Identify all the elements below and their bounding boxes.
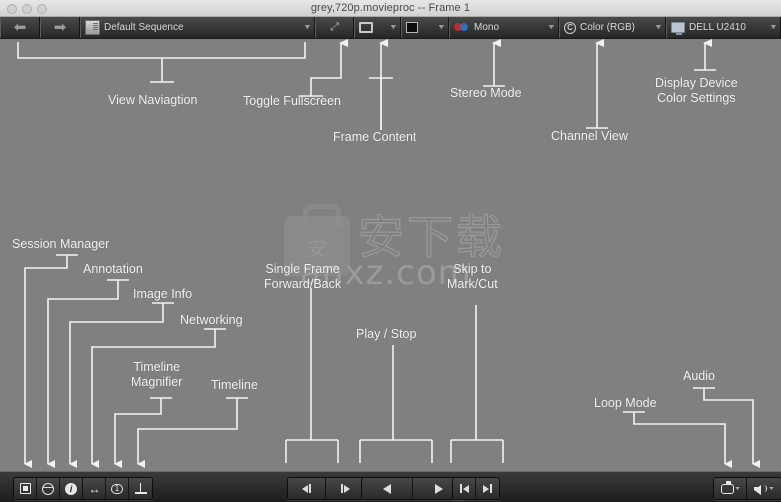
timeline-button[interactable] [129,478,152,499]
stereo-mode-selector[interactable]: Mono ▼ [449,17,559,38]
annotation-channel-view: Channel View [551,129,628,143]
back-arrow-icon: ⬅ [13,19,27,36]
chevron-down-icon[interactable]: ▾ [735,485,739,492]
loop-icon [720,480,734,494]
sequence-label: Default Sequence [104,22,184,33]
network-arrows-icon: ↔ [88,481,101,496]
title-bar: grey,720p.movieproc -- Frame 1 [0,0,781,17]
application-window: grey,720p.movieproc -- Frame 1 ⬅ ➡ Defau… [0,0,781,502]
skip-to-start-icon [459,484,469,493]
annotation-toggle-fullscreen: Toggle Fullscreen [243,94,341,108]
annotation-button[interactable] [37,478,60,499]
window-title: grey,720p.movieproc -- Frame 1 [310,2,471,14]
audio-button[interactable]: ▾ [747,478,781,499]
annotation-loop-mode: Loop Mode [594,396,657,410]
stereo-glasses-icon [454,23,470,32]
chevron-down-icon[interactable]: ▼ [429,24,446,31]
speaker-icon [754,483,768,495]
annotation-annotation: Annotation [83,262,143,276]
chevron-down-icon[interactable]: ▼ [295,24,312,31]
annotation-globe-icon [42,482,54,495]
annotation-single-frame-forward-back: Single Frame Forward/Back [264,262,342,291]
left-tools-group: i ↔ 1 [13,477,153,500]
skip-to-start-button[interactable] [453,478,476,499]
channel-view-selector[interactable]: C Color (RGB) ▼ [559,17,666,38]
view-navigation-button[interactable]: ⤢ [315,17,354,38]
sequence-icon [85,20,100,35]
step-forward-button[interactable] [326,478,364,499]
wrench-icon: ⤢ [330,21,339,33]
session-manager-icon [19,483,31,494]
display-device-selector[interactable]: DELL U2410 ▼ [666,17,781,38]
sequence-selector[interactable]: Default Sequence ▼ [80,17,315,38]
forward-arrow-icon: ➡ [53,19,67,36]
timeline-icon [134,483,147,494]
annotation-display-device-color: Display Device Color Settings [655,76,738,105]
chevron-down-icon[interactable]: ▼ [646,24,663,31]
annotation-timeline: Timeline [211,378,258,392]
step-back-button[interactable] [288,478,326,499]
monitor-icon [671,22,685,35]
annotation-frame-content: Frame Content [333,130,417,144]
channel-view-label: Color (RGB) [580,22,636,33]
step-back-icon [302,484,311,493]
loop-mode-group[interactable]: ▾ ▾ [713,477,781,500]
back-button[interactable]: ⬅ [0,17,40,38]
display-device-label: DELL U2410 [689,22,746,33]
networking-button[interactable]: ↔ [83,478,106,499]
timeline-magnifier-button[interactable]: 1 [106,478,129,499]
color-swatch-selector[interactable]: ▼ [401,17,449,38]
loop-mode-button[interactable]: ▾ [714,478,747,499]
annotation-networking: Networking [180,313,243,327]
play-reverse-icon [383,483,391,494]
chevron-down-icon[interactable]: ▼ [539,24,556,31]
annotation-session-manager: Session Manager [12,237,110,251]
top-toolbar: ⬅ ➡ Default Sequence ▼ ⤢ ▼ ▼ Mono ▼ C Co… [0,17,781,39]
skip-to-end-button[interactable] [476,478,499,499]
image-info-button[interactable]: i [60,478,83,499]
chevron-down-icon[interactable]: ▼ [761,24,778,31]
single-frame-group [287,477,365,500]
magnifier-icon: 1 [111,483,123,494]
annotation-skip-to-mark-cut: Skip to Mark/Cut [447,262,498,291]
frame-content-selector[interactable]: ▼ [354,17,401,38]
annotation-audio: Audio [683,369,715,383]
color-swatch-icon [406,22,418,33]
annotation-image-info: Image Info [133,287,193,301]
session-manager-button[interactable] [14,478,37,499]
annotation-play-stop: Play / Stop [356,327,417,341]
play-forward-icon [434,483,443,494]
chevron-down-icon[interactable]: ▾ [770,485,774,492]
bottom-toolbar: i ↔ 1 ▾ ▾ [0,471,781,502]
play-reverse-button[interactable] [362,478,413,499]
chevron-down-icon[interactable]: ▼ [381,24,398,31]
skip-mark-group [452,477,500,500]
annotation-view-navigation: View Naviagtion [108,93,198,107]
skip-to-end-icon [483,484,492,493]
channel-circle-icon: C [564,21,576,34]
frame-icon [359,22,373,33]
stereo-mode-label: Mono [474,22,500,33]
info-icon: i [65,482,77,495]
forward-button[interactable]: ➡ [40,17,80,38]
annotation-stereo-mode: Stereo Mode [450,86,522,100]
play-stop-group [361,477,465,500]
annotation-timeline-magnifier: Timeline Magnifier [131,360,183,389]
step-forward-icon [340,484,350,493]
